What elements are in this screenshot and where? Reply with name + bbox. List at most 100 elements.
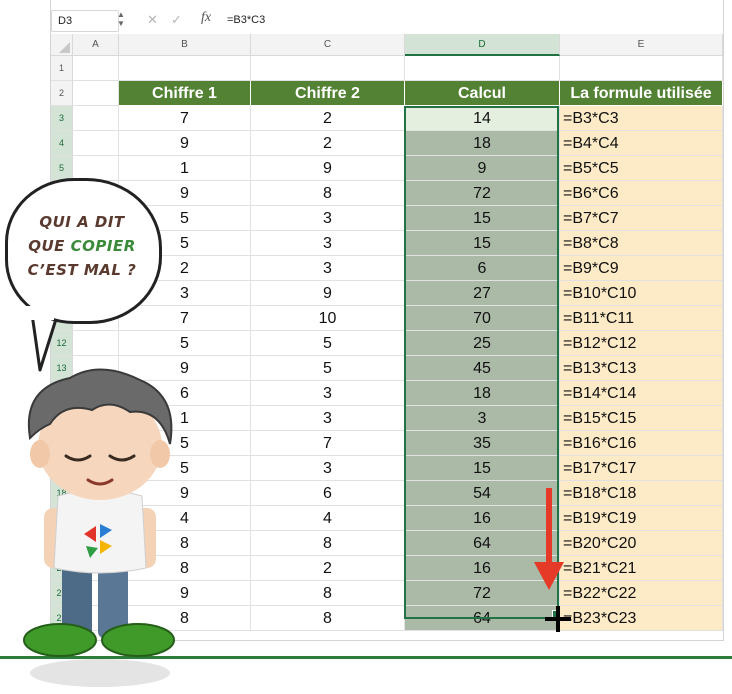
column-header-c[interactable]: C [251,34,405,56]
cell-chiffre-1[interactable]: 5 [119,331,251,356]
cell-formule[interactable]: =B14*C14 [560,381,723,406]
cell-formule[interactable]: =B23*C23 [560,606,723,631]
cell-chiffre-2[interactable]: 8 [251,606,405,631]
cell-formule[interactable]: =B21*C21 [560,556,723,581]
cell-chiffre-2[interactable]: 3 [251,231,405,256]
cell-formule[interactable]: =B22*C22 [560,581,723,606]
cell-chiffre-2[interactable]: 5 [251,331,405,356]
empty-cell[interactable] [405,56,560,81]
cell-calcul[interactable]: 45 [405,356,560,381]
empty-cell[interactable] [73,106,119,131]
column-header-e[interactable]: E [560,34,723,56]
cell-formule[interactable]: =B4*C4 [560,131,723,156]
name-box[interactable]: D3 [51,10,119,32]
cell-formule[interactable]: =B16*C16 [560,431,723,456]
cell-chiffre-2[interactable]: 8 [251,181,405,206]
cell-calcul[interactable]: 70 [405,306,560,331]
cell-chiffre-2[interactable]: 9 [251,281,405,306]
cell-chiffre-2[interactable]: 3 [251,206,405,231]
cell-calcul[interactable]: 18 [405,131,560,156]
cell-calcul[interactable]: 27 [405,281,560,306]
cell-chiffre-1[interactable]: 7 [119,106,251,131]
empty-cell[interactable] [73,131,119,156]
cell-chiffre-2[interactable]: 3 [251,456,405,481]
formula-input[interactable]: =B3*C3 [227,11,265,29]
enter-icon[interactable]: ✓ [171,12,182,28]
cell-chiffre-2[interactable]: 8 [251,581,405,606]
cell-calcul[interactable]: 14 [405,106,560,131]
cell-formule[interactable]: =B13*C13 [560,356,723,381]
cell-chiffre-2[interactable]: 4 [251,506,405,531]
cell-calcul[interactable]: 3 [405,406,560,431]
cell-chiffre-2[interactable]: 6 [251,481,405,506]
cell-formule[interactable]: =B10*C10 [560,281,723,306]
bubble-line-1: QUI A DIT [39,213,125,231]
cell-chiffre-1[interactable]: 7 [119,306,251,331]
column-header-a[interactable]: A [73,34,119,56]
cell-chiffre-2[interactable]: 2 [251,106,405,131]
cell-formule[interactable]: =B18*C18 [560,481,723,506]
cell-chiffre-2[interactable]: 9 [251,156,405,181]
cell-chiffre-2[interactable]: 3 [251,381,405,406]
cell-formule[interactable]: =B12*C12 [560,331,723,356]
header-cell-e[interactable]: La formule utilisée [560,81,723,106]
cell-formule[interactable]: =B19*C19 [560,506,723,531]
formula-bar: D3 ▲ ▼ ✕ ✓ fx =B3*C3 [51,8,723,35]
mascot-shadow [30,659,170,687]
cell-formule[interactable]: =B3*C3 [560,106,723,131]
cell-calcul[interactable]: 15 [405,456,560,481]
cell-chiffre-1[interactable]: 1 [119,156,251,181]
header-cell-c[interactable]: Chiffre 2 [251,81,405,106]
column-header-b[interactable]: B [119,34,251,56]
cancel-icon[interactable]: ✕ [147,12,158,28]
cell-chiffre-1[interactable]: 9 [119,131,251,156]
cell-chiffre-2[interactable]: 5 [251,356,405,381]
cell-chiffre-2[interactable]: 7 [251,431,405,456]
fx-icon[interactable]: fx [201,10,211,26]
column-header-d[interactable]: D [405,34,560,56]
empty-cell[interactable] [73,81,119,106]
spin-down-icon[interactable]: ▼ [117,19,125,28]
cell-formule[interactable]: =B17*C17 [560,456,723,481]
name-box-spinner[interactable]: ▲ ▼ [117,10,125,28]
mascot-left-shoe [23,623,97,657]
cell-calcul[interactable]: 15 [405,206,560,231]
cell-formule[interactable]: =B11*C11 [560,306,723,331]
cell-calcul[interactable]: 25 [405,331,560,356]
row-header[interactable]: 1 [51,56,73,81]
cell-chiffre-2[interactable]: 3 [251,406,405,431]
red-arrow-down-icon [534,562,564,590]
cell-formule[interactable]: =B6*C6 [560,181,723,206]
select-all-corner[interactable] [51,34,73,56]
empty-cell[interactable] [119,56,251,81]
cell-chiffre-2[interactable]: 2 [251,556,405,581]
empty-cell[interactable] [73,56,119,81]
cell-chiffre-2[interactable]: 10 [251,306,405,331]
cell-formule[interactable]: =B5*C5 [560,156,723,181]
cell-calcul[interactable]: 18 [405,381,560,406]
cell-chiffre-2[interactable]: 3 [251,256,405,281]
cell-formule[interactable]: =B8*C8 [560,231,723,256]
empty-cell[interactable] [251,56,405,81]
cell-chiffre-2[interactable]: 2 [251,131,405,156]
header-cell-d[interactable]: Calcul [405,81,560,106]
mascot-character [23,368,175,687]
row-header[interactable]: 3 [51,106,73,131]
row-header[interactable]: 2 [51,81,73,106]
spin-up-icon[interactable]: ▲ [117,10,125,19]
cell-calcul[interactable]: 15 [405,231,560,256]
empty-cell[interactable] [560,56,723,81]
cell-calcul[interactable]: 9 [405,156,560,181]
cell-calcul[interactable]: 72 [405,181,560,206]
cell-formule[interactable]: =B9*C9 [560,256,723,281]
cell-chiffre-2[interactable]: 8 [251,531,405,556]
speech-bubble-text: QUI A DIT QUE COPIER C’EST MAL ? [12,210,152,282]
cell-formule[interactable]: =B15*C15 [560,406,723,431]
cell-calcul[interactable]: 6 [405,256,560,281]
cell-formule[interactable]: =B20*C20 [560,531,723,556]
row-header[interactable]: 4 [51,131,73,156]
cell-calcul[interactable]: 35 [405,431,560,456]
header-cell-b[interactable]: Chiffre 1 [119,81,251,106]
cell-formule[interactable]: =B7*C7 [560,206,723,231]
mascot-left-ear [30,440,50,468]
